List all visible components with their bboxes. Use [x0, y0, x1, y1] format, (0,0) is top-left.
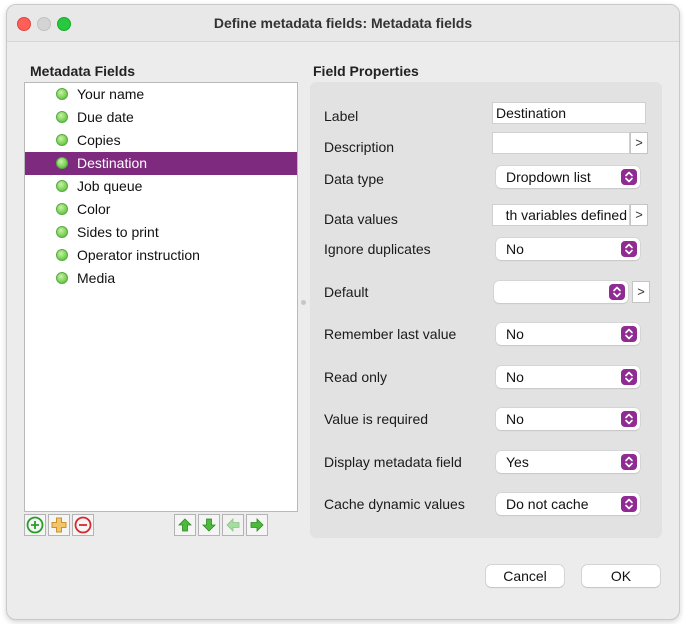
move-up-arrow-icon — [178, 518, 192, 532]
remove-circle-icon — [74, 516, 92, 534]
cancel-button[interactable]: Cancel — [486, 565, 564, 587]
cache-dynamic-values-select[interactable]: Do not cache — [496, 493, 640, 515]
list-item[interactable]: Operator instruction — [25, 244, 297, 267]
status-dot-icon — [56, 249, 68, 261]
remove-field-button[interactable] — [72, 514, 94, 536]
status-dot-icon — [56, 272, 68, 284]
move-up-button[interactable] — [174, 514, 196, 536]
split-view-handle[interactable] — [301, 300, 306, 305]
description-label: Description — [324, 139, 395, 155]
duplicate-field-button[interactable] — [48, 514, 70, 536]
select-stepper-icon — [609, 284, 625, 300]
list-item-label: Job queue — [77, 178, 143, 194]
list-item-label: Operator instruction — [77, 247, 200, 263]
select-stepper-icon — [621, 369, 637, 385]
ignore-duplicates-label: Ignore duplicates — [324, 241, 431, 257]
data-type-label: Data type — [324, 171, 384, 187]
list-item-selected[interactable]: Destination — [25, 152, 297, 175]
list-item-label: Color — [77, 201, 111, 217]
list-item[interactable]: Color — [25, 198, 297, 221]
add-field-button[interactable] — [24, 514, 46, 536]
value-is-required-select[interactable]: No — [496, 408, 640, 430]
value-is-required-value: No — [506, 411, 524, 427]
ok-button[interactable]: OK — [582, 565, 660, 587]
description-field[interactable] — [492, 132, 630, 154]
title-bar: Define metadata fields: Metadata fields — [7, 5, 679, 42]
data-values-field[interactable]: th variables defined — [492, 204, 630, 226]
list-item-label: Due date — [77, 109, 134, 125]
list-item[interactable]: Job queue — [25, 175, 297, 198]
select-stepper-icon — [621, 241, 637, 257]
data-type-select[interactable]: Dropdown list — [496, 166, 640, 188]
list-item[interactable]: Due date — [25, 106, 297, 129]
read-only-label: Read only — [324, 369, 388, 385]
list-item-label: Copies — [77, 132, 121, 148]
move-down-button[interactable] — [198, 514, 220, 536]
status-dot-icon — [56, 157, 68, 169]
status-dot-icon — [56, 180, 68, 192]
cache-dynamic-values-value: Do not cache — [506, 496, 589, 512]
display-metadata-field-select[interactable]: Yes — [496, 451, 640, 473]
default-select[interactable] — [494, 281, 628, 303]
move-right-arrow-icon — [250, 518, 264, 532]
data-values-label: Data values — [324, 211, 398, 227]
remember-last-value-value: No — [506, 326, 524, 342]
ignore-duplicates-value: No — [506, 241, 524, 257]
select-stepper-icon — [621, 326, 637, 342]
remember-last-value-select[interactable]: No — [496, 323, 640, 345]
window-title: Define metadata fields: Metadata fields — [213, 15, 473, 31]
list-item-label: Destination — [77, 155, 148, 171]
metadata-fields-heading: Metadata Fields — [30, 63, 136, 79]
remember-last-value-label: Remember last value — [324, 326, 457, 342]
label-label: Label — [324, 108, 359, 124]
move-left-button[interactable] — [222, 514, 244, 536]
add-circle-icon — [26, 516, 44, 534]
list-item[interactable]: Copies — [25, 129, 297, 152]
display-metadata-field-label: Display metadata field — [324, 454, 462, 470]
value-is-required-label: Value is required — [324, 411, 429, 427]
display-metadata-field-value: Yes — [506, 454, 529, 470]
status-dot-icon — [56, 111, 68, 123]
field-properties-heading: Field Properties — [313, 63, 419, 79]
read-only-select[interactable]: No — [496, 366, 640, 388]
select-stepper-icon — [621, 496, 637, 512]
list-item-label: Sides to print — [77, 224, 159, 240]
duplicate-plus-icon — [51, 517, 67, 533]
move-down-arrow-icon — [202, 518, 216, 532]
label-field[interactable]: Destination — [492, 102, 646, 124]
list-item[interactable]: Sides to print — [25, 221, 297, 244]
default-label: Default — [324, 284, 369, 300]
read-only-value: No — [506, 369, 524, 385]
select-stepper-icon — [621, 169, 637, 185]
move-right-button[interactable] — [246, 514, 268, 536]
cache-dynamic-values-label: Cache dynamic values — [324, 496, 465, 512]
list-item[interactable]: Media — [25, 267, 297, 290]
status-dot-icon — [56, 88, 68, 100]
status-dot-icon — [56, 134, 68, 146]
move-left-arrow-icon — [226, 518, 240, 532]
list-item[interactable]: Your name — [25, 83, 297, 106]
select-stepper-icon — [621, 411, 637, 427]
list-item-label: Your name — [77, 86, 145, 102]
status-dot-icon — [56, 203, 68, 215]
ignore-duplicates-select[interactable]: No — [496, 238, 640, 260]
description-more-button[interactable]: > — [630, 132, 648, 154]
list-item-label: Media — [77, 270, 116, 286]
select-stepper-icon — [621, 454, 637, 470]
status-dot-icon — [56, 226, 68, 238]
metadata-fields-list[interactable]: Your name Due date Copies Destination Jo… — [24, 82, 298, 512]
default-more-button[interactable]: > — [632, 281, 650, 303]
data-type-value: Dropdown list — [506, 169, 591, 185]
data-values-more-button[interactable]: > — [630, 204, 648, 226]
